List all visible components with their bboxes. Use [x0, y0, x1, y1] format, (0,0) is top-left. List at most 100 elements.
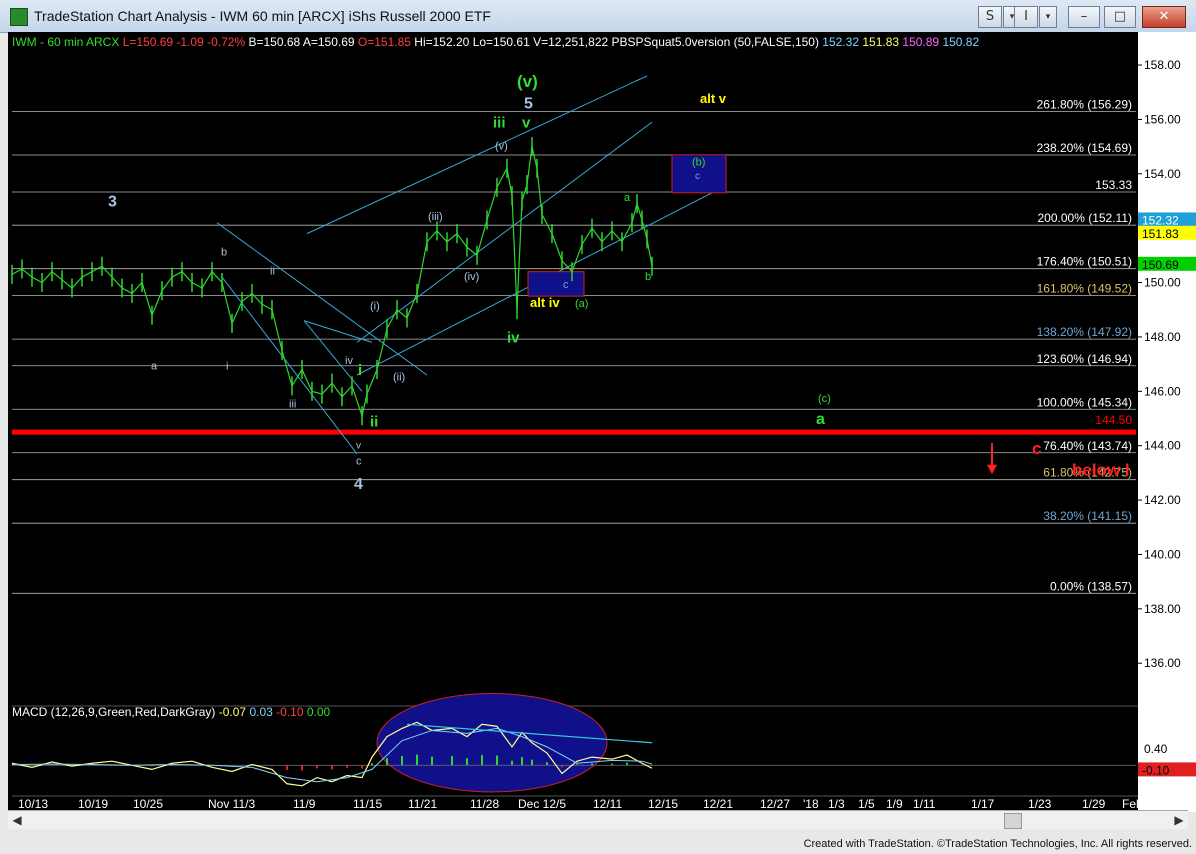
- copyright-credit: Created with TradeStation. ©TradeStation…: [803, 838, 1192, 850]
- chart-area[interactable]: 261.80% (156.29) 238.20% (154.69) 153.33 20…: [8, 32, 1196, 812]
- time-tick-label: 1/29: [1082, 797, 1106, 811]
- header-stat: -1.09: [176, 35, 207, 49]
- time-tick-label: 11/9: [293, 797, 316, 811]
- macd-value: -0.07: [219, 705, 250, 719]
- window-title-bar: TradeStation Chart Analysis - IWM 60 min…: [0, 0, 1196, 33]
- fib-level-label: 176.40% (150.51): [1037, 255, 1132, 269]
- time-tick-label: 12/15: [648, 797, 678, 811]
- price-tick-label: 154.00: [1144, 167, 1181, 181]
- macd-tick-label: 0.40: [1144, 742, 1168, 756]
- scroll-thumb[interactable]: [1004, 813, 1022, 829]
- window-title: TradeStation Chart Analysis - IWM 60 min…: [34, 8, 491, 24]
- wave-label: (v): [517, 72, 538, 91]
- header-stat: O=151.85: [358, 35, 414, 49]
- trend-channel-line: [303, 320, 363, 392]
- time-tick-label: Feb: [1122, 797, 1143, 811]
- indicator-link-dropdown-icon[interactable]: ▾: [1039, 6, 1057, 28]
- symbol-link-button[interactable]: S: [978, 6, 1002, 28]
- price-tick-label: 138.00: [1144, 602, 1181, 616]
- header-symbol: IWM - 60 min ARCX: [12, 35, 123, 49]
- price-tick-label: 150.00: [1144, 276, 1181, 290]
- wave-label: a: [816, 411, 825, 428]
- header-stat: A=150.69: [303, 35, 358, 49]
- wave-label: 4: [354, 476, 363, 493]
- price-tick-label: 148.00: [1144, 330, 1181, 344]
- wave-label: c: [695, 171, 700, 182]
- time-tick-label: 1/11: [913, 797, 936, 811]
- price-tick-label: 158.00: [1144, 58, 1181, 72]
- header-stat: 150.82: [942, 35, 979, 49]
- fib-level-label: 261.80% (156.29): [1037, 98, 1132, 112]
- wave-label: iii: [493, 115, 506, 132]
- macd-value: 0.03: [249, 705, 276, 719]
- price-tick-label: 156.00: [1144, 112, 1181, 126]
- wave-label: (v): [495, 140, 508, 152]
- wave-label: iii: [289, 399, 296, 411]
- fib-level-label: 238.20% (154.69): [1037, 141, 1132, 155]
- scroll-right-arrow-icon[interactable]: ▶: [1170, 811, 1188, 829]
- scroll-left-arrow-icon[interactable]: ◀: [8, 811, 26, 829]
- tradestation-app-icon: [10, 8, 28, 26]
- header-stat: 151.83: [862, 35, 902, 49]
- time-tick-label: 10/25: [133, 797, 163, 811]
- time-tick-label: 11/21: [408, 797, 437, 811]
- wave-label: a: [151, 361, 158, 373]
- time-tick-label: 10/13: [18, 797, 48, 811]
- macd-value: -0.10: [276, 705, 307, 719]
- wave-label: i: [358, 362, 362, 379]
- header-stat: Hi=152.20: [414, 35, 472, 49]
- fib-level-label: 161.80% (149.52): [1037, 282, 1132, 296]
- price-gridlines: 261.80% (156.29) 238.20% (154.69) 153.33 20…: [12, 98, 1136, 594]
- down-arrow-head-icon: [987, 464, 997, 475]
- maximize-button[interactable]: □: [1104, 6, 1136, 28]
- price-marker-label: 150.69: [1142, 258, 1179, 272]
- time-tick-label: 1/17: [971, 797, 995, 811]
- fib-level-label: 138.20% (147.92): [1037, 325, 1132, 339]
- wave-label: (iv): [464, 271, 479, 283]
- time-tick-label: '18: [803, 797, 819, 811]
- header-stat: 152.32: [822, 35, 862, 49]
- time-tick-label: 11/15: [353, 797, 382, 811]
- fib-level-label: 76.40% (143.74): [1043, 439, 1132, 453]
- wave-label: i: [226, 361, 228, 373]
- time-tick-label: 12/21: [703, 797, 733, 811]
- horizontal-scrollbar[interactable]: ◀ ▶: [8, 810, 1188, 829]
- time-tick-label: 11/28: [470, 797, 499, 811]
- wave-label: iv: [507, 329, 520, 346]
- price-marker-label: 152.32: [1142, 213, 1179, 227]
- price-tick-label: 142.00: [1144, 493, 1181, 507]
- price-tick-label: 140.00: [1144, 547, 1181, 561]
- wave-label: (a): [575, 298, 588, 310]
- indicator-link-button[interactable]: I: [1014, 6, 1038, 28]
- macd-panel: MACD (12,26,9,Green,Red,DarkGray) -0.07 …: [11, 693, 1196, 793]
- minimize-button[interactable]: –: [1068, 6, 1100, 28]
- wave-label: ii: [370, 414, 378, 431]
- time-tick-label: 12/11: [593, 797, 622, 811]
- macd-title: MACD (12,26,9,Green,Red,DarkGray) -0.07 …: [12, 705, 331, 719]
- fib-level-label: 0.00% (138.57): [1050, 579, 1132, 593]
- wave-label: b: [645, 271, 651, 283]
- fib-level-label: 100.00% (145.34): [1037, 395, 1132, 409]
- fib-level-label: 38.20% (141.15): [1043, 509, 1132, 523]
- wave-label: alt v: [700, 91, 727, 106]
- header-stat: 150.89: [902, 35, 942, 49]
- wave-label: b: [221, 246, 227, 258]
- wave-label: 5: [524, 96, 533, 113]
- close-button[interactable]: ✕: [1142, 6, 1186, 28]
- time-axis: 10/13 10/19 10/25 Nov 11/3 11/9 11/15 11/21 11/…: [12, 795, 1143, 811]
- time-tick-label: Nov 11/3: [208, 797, 255, 811]
- fib-level-label: 123.60% (146.94): [1037, 352, 1132, 366]
- price-axis-background: [1138, 32, 1196, 812]
- fib-level-label: 153.33: [1095, 178, 1132, 192]
- wave-label: (c): [818, 393, 831, 405]
- macd-divergence-ellipse: [376, 693, 608, 793]
- fib-level-label: 200.00% (152.11): [1037, 211, 1132, 225]
- chart-header: IWM - 60 min ARCX L=150.69 -1.09 -0.72% …: [12, 35, 979, 49]
- price-tick-label: 144.00: [1144, 439, 1181, 453]
- wave-label: c: [1032, 439, 1041, 458]
- wave-label: (iii): [428, 211, 443, 223]
- trend-channel-line: [216, 222, 428, 376]
- price-tick-label: 146.00: [1144, 384, 1181, 398]
- price-chart[interactable]: 261.80% (156.29) 238.20% (154.69) 153.33 20…: [8, 32, 1196, 812]
- wave-label: (i): [370, 301, 380, 313]
